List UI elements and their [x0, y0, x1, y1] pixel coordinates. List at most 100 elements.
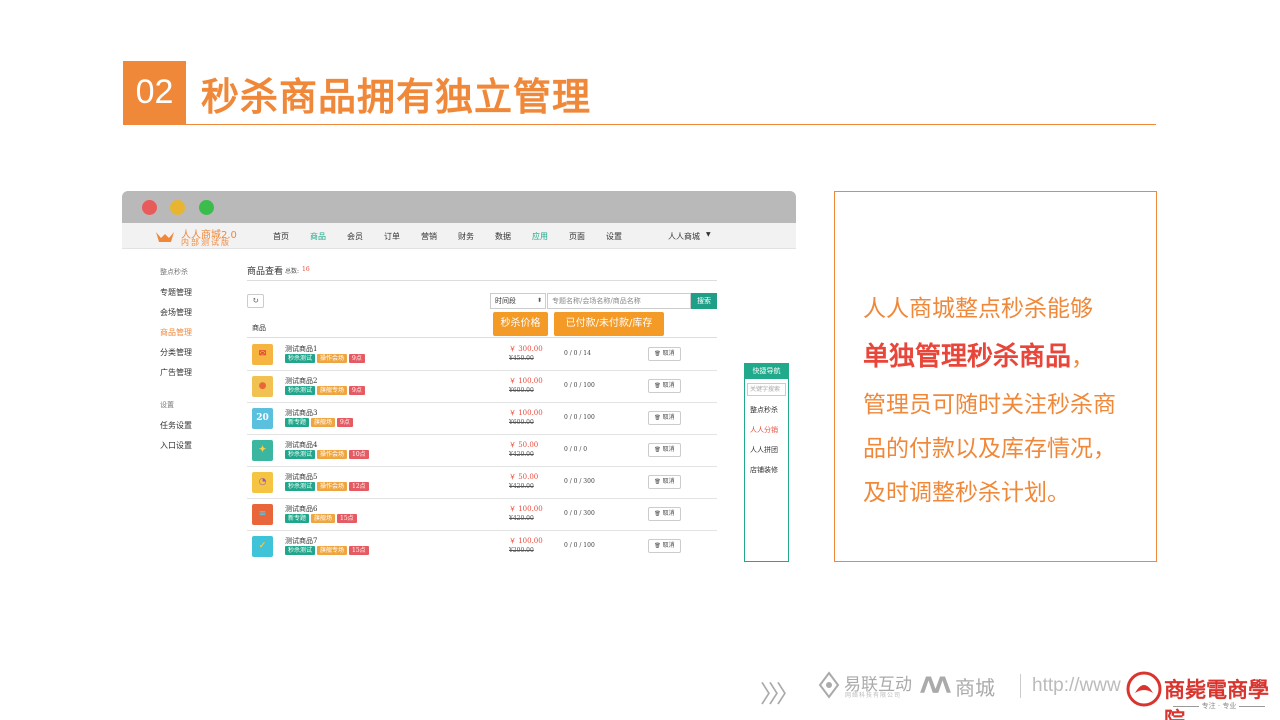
- table-row: 20 测试商品3 新专题 旗舰场 9点 ￥ 100.00 ¥600.00 0 / 0 / 10…: [247, 403, 717, 435]
- quick-nav-item-decoration[interactable]: 店铺装修: [750, 465, 778, 475]
- product-name[interactable]: 测试商品6: [285, 504, 317, 514]
- description-line-4: 品的付款以及库存情况，: [863, 436, 1116, 462]
- product-name[interactable]: 测试商品7: [285, 536, 317, 546]
- product-tags: 秒杀测试 操作会场 12点: [285, 482, 369, 491]
- cancel-button[interactable]: 🗑 取消: [648, 347, 681, 361]
- search-button[interactable]: 搜索: [691, 293, 717, 309]
- sidebar-item-ads[interactable]: 广告管理: [160, 367, 192, 378]
- trash-icon: 🗑: [654, 479, 661, 485]
- quick-nav-item-group-buy[interactable]: 人人拼团: [750, 445, 778, 455]
- cancel-button[interactable]: 🗑 取消: [648, 379, 681, 393]
- mail-icon: ✉: [252, 344, 273, 365]
- caret-down-icon[interactable]: ▼: [706, 231, 711, 238]
- academy-brand-name: 商毙電商學院: [1164, 677, 1269, 720]
- quick-nav-search-input[interactable]: 关键字搜索: [747, 383, 786, 396]
- nav-finance[interactable]: 财务: [458, 231, 474, 242]
- original-price: ¥450.00: [509, 355, 534, 362]
- product-name[interactable]: 测试商品4: [285, 440, 317, 450]
- product-tag: 秒杀测试: [285, 546, 316, 555]
- select-caret-icon: ⬍: [536, 297, 542, 304]
- seckill-price: ￥ 100.00: [509, 537, 543, 545]
- product-tag: 操作会场: [317, 482, 348, 491]
- nav-goods[interactable]: 商品: [310, 231, 326, 242]
- thumbnail-glyph: 20: [256, 413, 269, 423]
- close-window-dot-icon[interactable]: [142, 200, 157, 215]
- product-tag: 15点: [337, 514, 357, 523]
- sidebar-item-topics[interactable]: 专题管理: [160, 287, 192, 298]
- header-divider: [247, 337, 717, 338]
- original-price: ¥420.00: [509, 483, 534, 490]
- product-name[interactable]: 测试商品5: [285, 472, 317, 482]
- seckill-price: ￥ 100.00: [509, 505, 543, 513]
- product-tag: 操作会场: [317, 450, 348, 459]
- sidebar-item-goods[interactable]: 商品管理: [160, 327, 192, 338]
- renren-logo-icon: ΛΛ: [920, 674, 951, 699]
- nav-pages[interactable]: 页面: [569, 231, 585, 242]
- nav-home[interactable]: 首页: [273, 231, 289, 242]
- cancel-button[interactable]: 🗑 取消: [648, 507, 681, 521]
- paid-unpaid-stock: 0 / 0 / 100: [564, 542, 595, 549]
- paid-unpaid-stock: 0 / 0 / 100: [564, 414, 595, 421]
- product-tag: 9点: [349, 354, 365, 363]
- quick-nav-item-distribution[interactable]: 人人分销: [750, 425, 778, 435]
- description-box: 人人商城整点秒杀能够 单独管理秒杀商品， 管理员可随时关注秒杀商 品的付款以及库…: [834, 191, 1157, 562]
- refresh-button[interactable]: ↻: [247, 294, 264, 308]
- cancel-button[interactable]: 🗑 取消: [648, 539, 681, 553]
- page-title: 商品查看: [247, 267, 284, 277]
- product-tag: 新专题: [285, 514, 310, 523]
- thumbnail-glyph: ✉: [258, 349, 267, 359]
- callout-paid-unpaid-stock: 已付款/未付款/库存: [554, 312, 664, 336]
- product-tag: 秒杀测试: [285, 386, 316, 395]
- calendar-icon: 20: [252, 408, 273, 429]
- sidebar-item-task-settings[interactable]: 任务设置: [160, 420, 192, 431]
- trash-icon: 🗑: [654, 415, 661, 421]
- layers-icon: ≡: [252, 504, 273, 525]
- browser-window: 人人商城2.0 内部测试版 首页 商品 会员 订单 营销 财务 数据 应用 页面…: [122, 191, 796, 562]
- paid-unpaid-stock: 0 / 0 / 14: [564, 350, 591, 357]
- app-logo[interactable]: 人人商城2.0 内部测试版: [154, 225, 239, 247]
- paid-unpaid-stock: 0 / 0 / 0: [564, 446, 588, 453]
- time-range-select[interactable]: 时间段 ⬍: [490, 293, 546, 309]
- sidebar-item-venues[interactable]: 会场管理: [160, 307, 192, 318]
- logo-subtitle: 内部测试版: [181, 238, 231, 247]
- thumbnail-glyph: ✓: [258, 541, 267, 551]
- product-tag: 9点: [337, 418, 353, 427]
- nav-settings[interactable]: 设置: [606, 231, 622, 242]
- description-line-3: 管理员可随时关注秒杀商: [863, 392, 1116, 418]
- location-pin-icon: ●: [252, 376, 273, 397]
- cancel-button[interactable]: 🗑 取消: [648, 475, 681, 489]
- product-tag: 秒杀测试: [285, 450, 316, 459]
- website-url[interactable]: http://www: [1032, 675, 1121, 697]
- product-tag: 新专题: [285, 418, 310, 427]
- nav-apps[interactable]: 应用: [532, 231, 548, 242]
- original-price: ¥600.00: [509, 419, 534, 426]
- nav-data[interactable]: 数据: [495, 231, 511, 242]
- slide-number-box: 02: [123, 61, 186, 124]
- quick-nav-item-seckill[interactable]: 整点秒杀: [750, 405, 778, 415]
- product-tag: 旗舰专场: [317, 386, 348, 395]
- sidebar-item-categories[interactable]: 分类管理: [160, 347, 192, 358]
- product-tag: 操作会场: [317, 354, 348, 363]
- nav-marketing[interactable]: 营销: [421, 231, 437, 242]
- product-name[interactable]: 测试商品1: [285, 344, 317, 354]
- thumbnail-glyph: ◔: [258, 477, 267, 487]
- user-menu[interactable]: 人人商城: [668, 231, 700, 242]
- sidebar-item-entry-settings[interactable]: 入口设置: [160, 440, 192, 451]
- description-line-1: 人人商城整点秒杀能够: [863, 296, 1093, 322]
- cancel-button[interactable]: 🗑 取消: [648, 411, 681, 425]
- maximize-window-dot-icon[interactable]: [199, 200, 214, 215]
- original-price: ¥200.00: [509, 547, 534, 554]
- original-price: ¥420.00: [509, 451, 534, 458]
- nav-orders[interactable]: 订单: [384, 231, 400, 242]
- cancel-button[interactable]: 🗑 取消: [648, 443, 681, 457]
- minimize-window-dot-icon[interactable]: [170, 200, 185, 215]
- time-range-value: 时间段: [495, 297, 516, 305]
- product-name[interactable]: 测试商品2: [285, 376, 317, 386]
- table-row: ≡ 测试商品6 新专题 旗舰场 15点 ￥ 100.00 ¥420.00 0 / 0 / 30…: [247, 499, 717, 531]
- footer-divider: [1020, 674, 1021, 698]
- product-tag: 旗舰场: [311, 514, 336, 523]
- fox-logo-icon: [156, 232, 174, 242]
- search-input[interactable]: 专题名称/会场名称/商品名称: [547, 293, 691, 309]
- nav-members[interactable]: 会员: [347, 231, 363, 242]
- product-name[interactable]: 测试商品3: [285, 408, 317, 418]
